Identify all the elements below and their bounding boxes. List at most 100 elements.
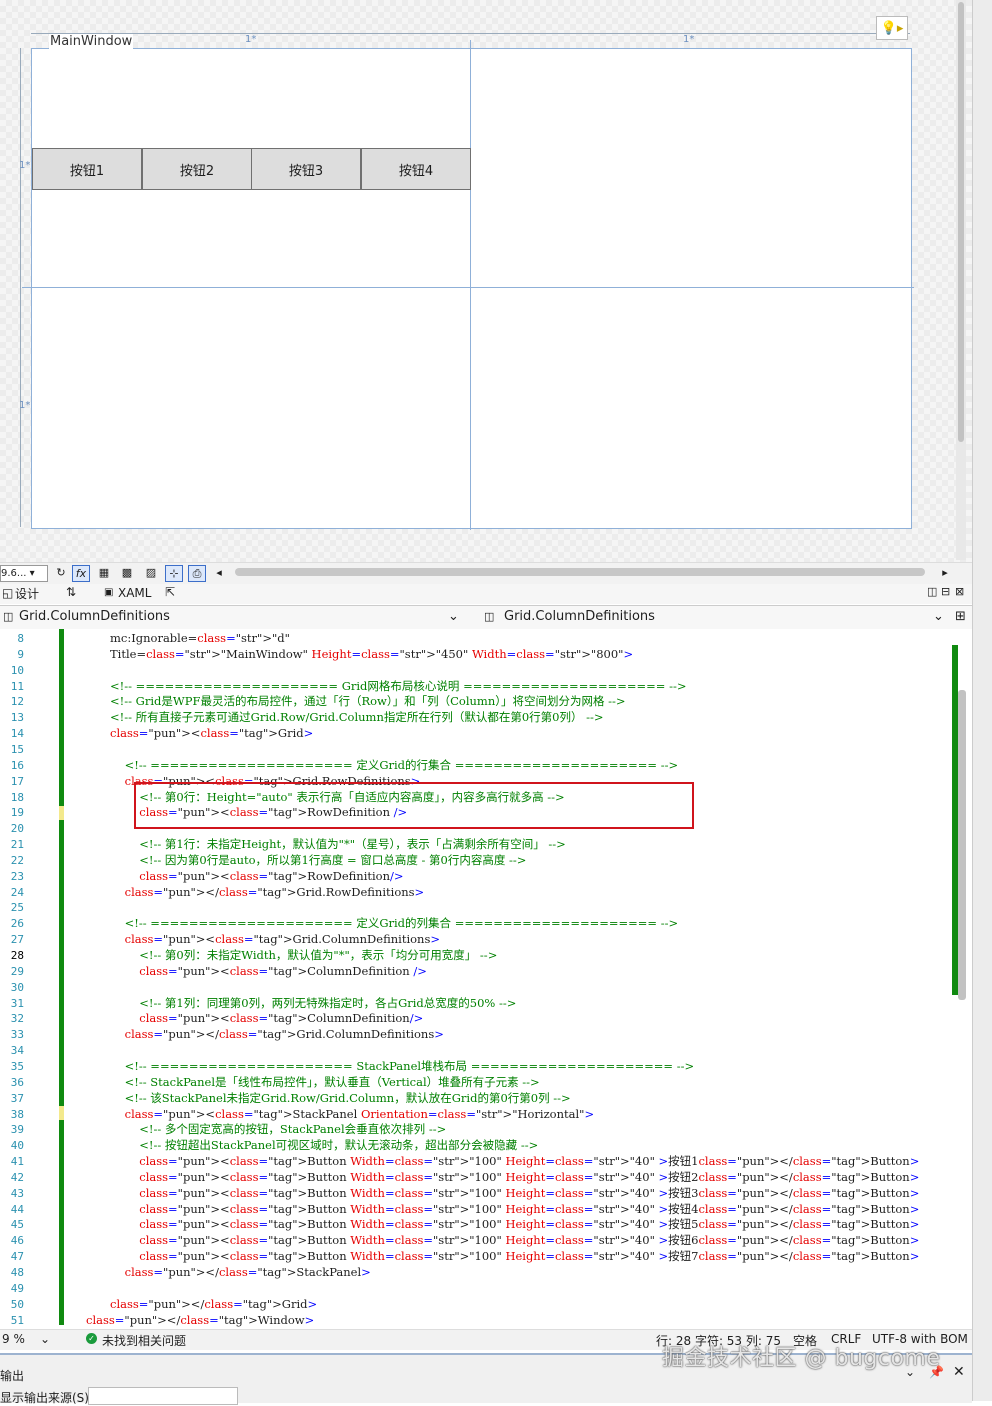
- code-line[interactable]: <!-- 所有直接子元素可通过Grid.Row/Grid.Column指定所在行…: [110, 709, 604, 725]
- code-line[interactable]: mc:Ignorable=class="str">"d": [110, 630, 290, 646]
- code-line[interactable]: class="pun"></class="tag">Window>: [86, 1312, 314, 1328]
- preview-button-1[interactable]: 按钮1: [32, 148, 142, 190]
- code-line[interactable]: <!-- ===================== StackPanel堆栈布…: [110, 1058, 695, 1074]
- code-line[interactable]: class="pun"><class="tag">Button Width=cl…: [110, 1216, 919, 1232]
- design-tab-icon[interactable]: ◱: [2, 586, 13, 600]
- code-line[interactable]: class="pun"><class="tag">Button Width=cl…: [110, 1201, 919, 1217]
- line-number: 24: [10, 885, 24, 899]
- code-line[interactable]: <!-- 按钮超出StackPanel可视区域时，默认无滚动条，超出部分会被隐藏…: [110, 1137, 538, 1153]
- tab-design[interactable]: 设计: [15, 585, 39, 602]
- line-number: 47: [10, 1250, 24, 1264]
- split-vertical-icon[interactable]: ◫: [927, 585, 937, 598]
- grid-row-splitter[interactable]: [22, 287, 914, 288]
- code-line[interactable]: class="pun"><class="tag">ColumnDefinitio…: [110, 963, 427, 979]
- popout-icon[interactable]: ⇱: [165, 585, 175, 599]
- line-number: 22: [10, 853, 24, 867]
- split-horizontal-icon[interactable]: ⊟: [941, 585, 950, 598]
- tab-xaml[interactable]: XAML: [118, 586, 151, 600]
- refresh-icon[interactable]: ↻: [53, 565, 69, 580]
- fx-button[interactable]: fx: [72, 565, 90, 582]
- code-line[interactable]: class="pun"><class="tag">Button Width=cl…: [110, 1248, 919, 1264]
- line-number: 51: [10, 1313, 24, 1327]
- highlight-box: [134, 782, 694, 829]
- code-line[interactable]: <!-- 第1行：未指定Height，默认值为"*"（星号），表示「占满剩余所有…: [110, 836, 566, 852]
- lightbulb-icon[interactable]: 💡▸: [876, 16, 908, 40]
- code-line[interactable]: class="pun"><class="tag">Grid>: [110, 725, 313, 741]
- code-line[interactable]: class="pun"></class="tag">Grid>: [110, 1296, 317, 1312]
- element-icon: ◫: [3, 610, 14, 623]
- project-code-icon[interactable]: ⎙: [188, 565, 206, 582]
- line-number: 32: [10, 1012, 24, 1026]
- code-line[interactable]: <!-- ===================== Grid网格布局核心说明 …: [110, 678, 686, 694]
- check-icon: ✓: [86, 1333, 97, 1344]
- editor-scroll-thumb[interactable]: [958, 690, 966, 1000]
- code-line[interactable]: class="pun"><class="tag">Button Width=cl…: [110, 1232, 919, 1248]
- nav-right-dropdown[interactable]: Grid.ColumnDefinitions: [504, 608, 655, 626]
- grid-icon[interactable]: ▦: [96, 565, 112, 580]
- main-window-preview[interactable]: [31, 48, 912, 529]
- zoom-select[interactable]: 9.6... ▾: [0, 565, 48, 582]
- row-star-1[interactable]: 1*: [19, 160, 30, 171]
- line-number: 20: [10, 822, 24, 836]
- snap-grid-icon[interactable]: ▩: [119, 565, 135, 580]
- code-line[interactable]: class="pun"><class="tag">Button Width=cl…: [110, 1185, 919, 1201]
- code-line[interactable]: class="pun"><class="tag">Button Width=cl…: [110, 1153, 919, 1169]
- code-line[interactable]: <!-- 第1列：同理第0列，两列无特殊指定时，各占Grid总宽度的50% --…: [110, 995, 516, 1011]
- code-line[interactable]: <!-- ===================== 定义Grid的列集合 ==…: [110, 915, 678, 931]
- code-line[interactable]: class="pun"><class="tag">Grid.ColumnDefi…: [110, 931, 440, 947]
- editor-zoom[interactable]: 9 %: [2, 1332, 25, 1346]
- preview-button-2[interactable]: 按钮2: [142, 148, 252, 190]
- scroll-right-icon[interactable]: ▸: [937, 565, 953, 580]
- code-line[interactable]: <!-- 因为第0行是auto，所以第1行高度 = 窗口总高度 - 第0行内容高…: [110, 852, 526, 868]
- code-line[interactable]: Title=class="str">"MainWindow" Height=cl…: [110, 646, 633, 662]
- unsaved-change-marker-2: [59, 1106, 64, 1120]
- line-number: 27: [10, 933, 24, 947]
- output-source-select[interactable]: [88, 1387, 238, 1405]
- grid-column-splitter[interactable]: [470, 40, 471, 530]
- xaml-tab-icon[interactable]: ▣: [104, 587, 113, 598]
- nav-left-dropdown[interactable]: Grid.ColumnDefinitions: [19, 608, 170, 626]
- code-line[interactable]: <!-- StackPanel是「线性布局控件」，默认垂直（Vertical）堆…: [110, 1074, 540, 1090]
- line-number: 10: [10, 663, 24, 677]
- code-line[interactable]: <!-- 多个固定宽高的按钮，StackPanel会垂直依次排列 -->: [110, 1121, 446, 1137]
- designer-scroll-thumb[interactable]: [958, 2, 964, 442]
- column-star-1[interactable]: 1*: [245, 34, 256, 45]
- line-number: 38: [10, 1107, 24, 1121]
- artboard-icon[interactable]: ▨: [143, 565, 159, 580]
- code-line[interactable]: class="pun"></class="tag">Grid.RowDefini…: [110, 884, 425, 900]
- code-line[interactable]: <!-- 第0列：未指定Width，默认值为"*"，表示「均分可用宽度」 -->: [110, 947, 497, 963]
- line-number: 48: [10, 1266, 24, 1279]
- close-icon[interactable]: ✕: [953, 1364, 965, 1380]
- scroll-left-icon[interactable]: ◂: [211, 565, 227, 580]
- designer-horizontal-scrollbar[interactable]: [235, 568, 925, 576]
- preview-button-3[interactable]: 按钮3: [251, 148, 361, 190]
- column-star-2[interactable]: 1*: [683, 34, 694, 45]
- chevron-down-icon-right[interactable]: ⌄: [933, 608, 944, 626]
- line-number: 11: [10, 679, 24, 693]
- code-line[interactable]: class="pun"></class="tag">Grid.ColumnDef…: [110, 1026, 444, 1042]
- code-line[interactable]: <!-- Grid是WPF最灵活的布局控件，通过「行（Row）」和「列（Colu…: [110, 693, 626, 709]
- code-line[interactable]: class="pun"><class="tag">StackPanel Orie…: [110, 1106, 594, 1122]
- line-number: 12: [10, 695, 24, 709]
- code-line[interactable]: class="pun"><class="tag">ColumnDefinitio…: [110, 1010, 423, 1026]
- row-star-2[interactable]: 1*: [19, 400, 30, 411]
- zoom-chevron-icon[interactable]: ⌄: [40, 1332, 50, 1346]
- preview-button-4[interactable]: 按钮4: [361, 148, 471, 190]
- swap-panes-button[interactable]: ⇅: [66, 585, 76, 599]
- code-line[interactable]: class="pun"></class="tag">StackPanel>: [110, 1264, 371, 1280]
- line-number: 36: [10, 1075, 24, 1089]
- code-line[interactable]: class="pun"><class="tag">RowDefinition/>: [110, 868, 403, 884]
- code-line[interactable]: <!-- ===================== 定义Grid的行集合 ==…: [110, 757, 678, 773]
- collapse-pane-icon[interactable]: ⊠: [955, 585, 964, 598]
- chevron-down-icon[interactable]: ⌄: [448, 608, 459, 626]
- split-editor-icon[interactable]: ⊞: [955, 608, 966, 626]
- line-number: 45: [10, 1218, 24, 1232]
- line-number: 42: [10, 1170, 24, 1184]
- issues-status[interactable]: 未找到相关问题: [102, 1332, 186, 1349]
- unsaved-change-marker: [59, 806, 64, 820]
- snap-lines-icon[interactable]: ⊹: [165, 565, 183, 582]
- line-number: 14: [10, 727, 24, 741]
- code-line[interactable]: <!-- 该StackPanel未指定Grid.Row/Grid.Column，…: [110, 1090, 571, 1106]
- code-line[interactable]: class="pun"><class="tag">Button Width=cl…: [110, 1169, 919, 1185]
- line-number: 17: [10, 774, 24, 788]
